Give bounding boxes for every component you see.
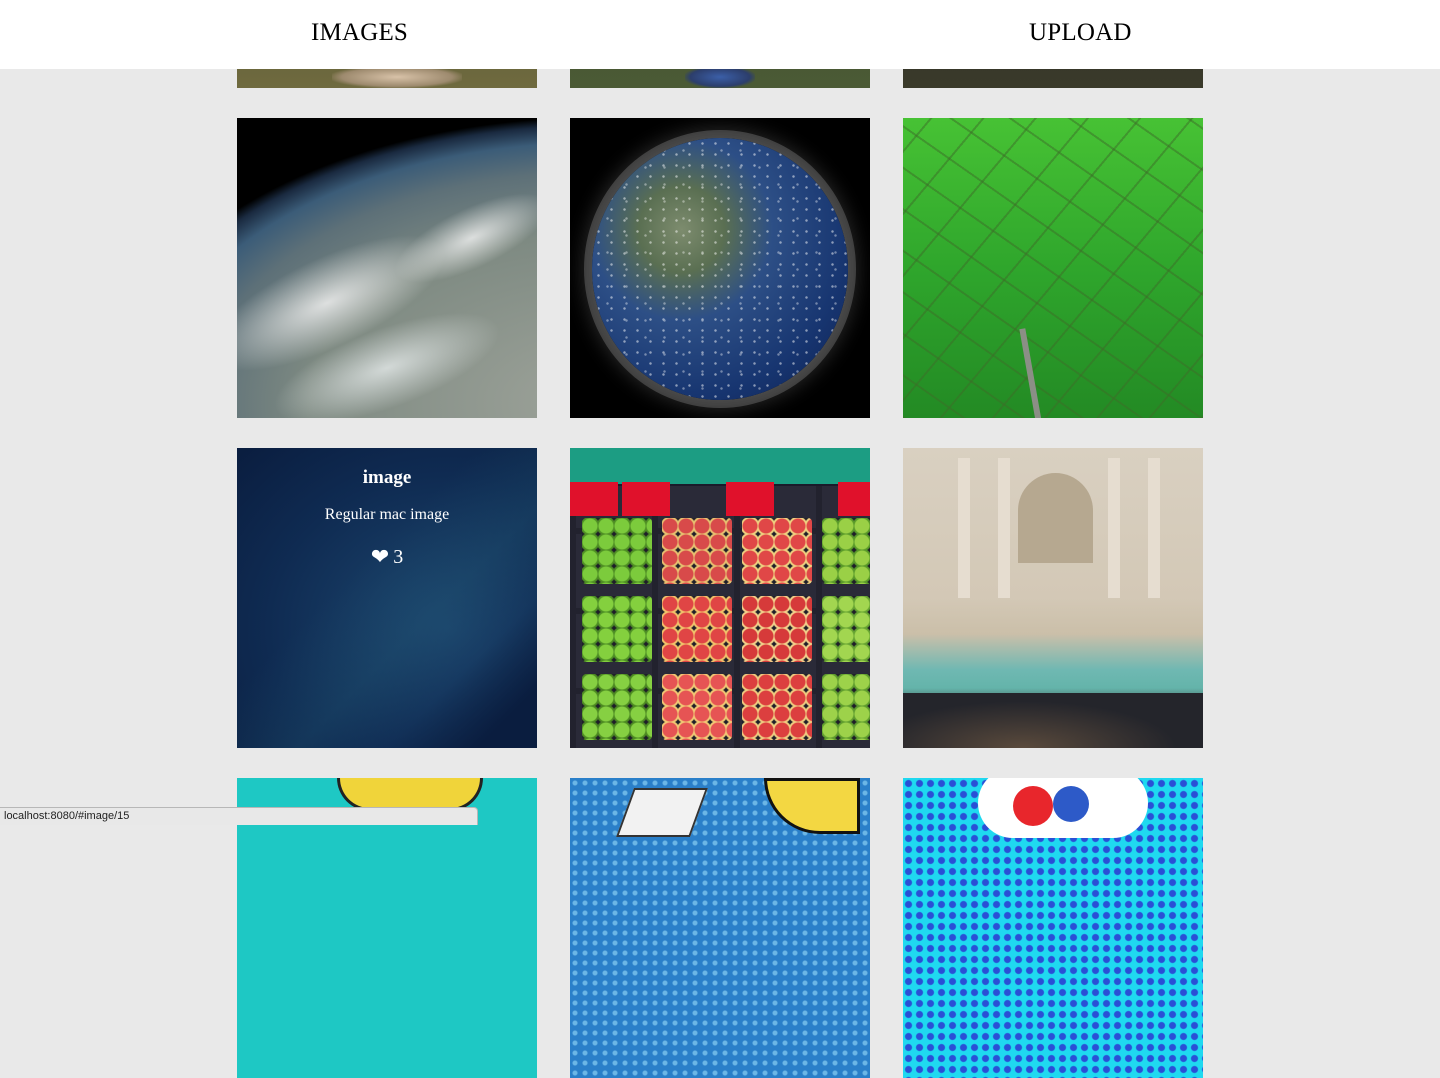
gallery-image-trevi-fountain[interactable] bbox=[903, 448, 1203, 748]
gallery-image-green-fields[interactable] bbox=[903, 118, 1203, 418]
gallery-image-pop-art[interactable] bbox=[570, 778, 870, 1078]
gallery-image-space-debris-globe[interactable] bbox=[570, 118, 870, 418]
like-count[interactable]: ❤ 3 bbox=[237, 544, 537, 570]
like-count-value: 3 bbox=[393, 546, 404, 568]
heart-icon[interactable]: ❤ bbox=[371, 544, 389, 569]
nav-images-link[interactable]: IMAGES bbox=[311, 19, 408, 47]
top-navigation: IMAGES UPLOAD bbox=[0, 0, 1440, 69]
image-title: image bbox=[362, 467, 412, 488]
gallery-image-hovered[interactable]: image Regular mac image ❤ 3 bbox=[237, 448, 537, 748]
browser-status-bar: localhost:8080/#image/15 bbox=[0, 807, 478, 825]
gallery-image-earth-orbit[interactable] bbox=[237, 118, 537, 418]
image-description: Regular mac image bbox=[324, 506, 450, 523]
gallery-image-apple-market[interactable] bbox=[570, 448, 870, 748]
image-info-overlay: image Regular mac image ❤ 3 bbox=[237, 448, 537, 748]
nav-upload-link[interactable]: UPLOAD bbox=[1029, 19, 1132, 47]
gallery-image-pop-art[interactable] bbox=[903, 778, 1203, 1078]
